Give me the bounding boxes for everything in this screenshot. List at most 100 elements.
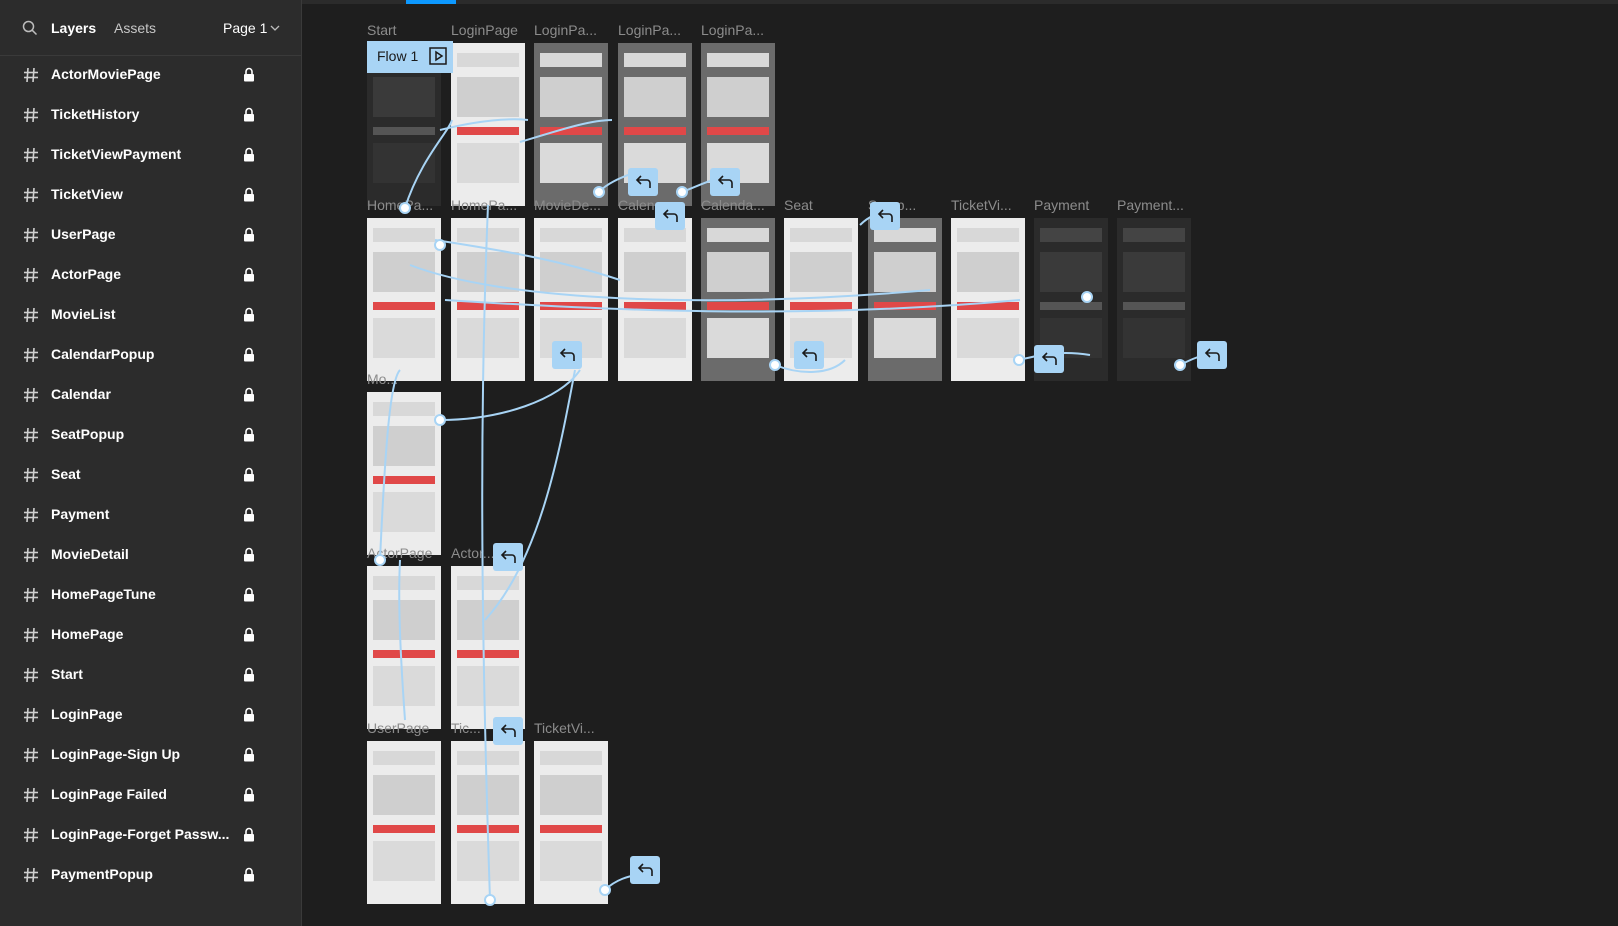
frame-login1[interactable] xyxy=(451,43,525,206)
lock-icon[interactable] xyxy=(243,267,255,282)
layer-item[interactable]: LoginPage-Sign Up xyxy=(0,735,302,775)
back-action-button[interactable] xyxy=(870,202,900,230)
back-action-button[interactable] xyxy=(630,856,660,884)
back-action-button[interactable] xyxy=(628,168,658,196)
lock-icon[interactable] xyxy=(243,387,255,402)
frame-label-start[interactable]: Start xyxy=(367,22,397,38)
layer-item[interactable]: CalendarPopup xyxy=(0,335,302,375)
layer-item[interactable]: UserPage xyxy=(0,215,302,255)
lock-icon[interactable] xyxy=(243,67,255,82)
frame-ticketview[interactable] xyxy=(951,218,1025,381)
frame-label-payment[interactable]: Payment xyxy=(1034,197,1089,213)
frame-hash-icon xyxy=(24,187,38,203)
lock-icon[interactable] xyxy=(243,787,255,802)
lock-icon[interactable] xyxy=(243,547,255,562)
layer-item[interactable]: PaymentPopup xyxy=(0,855,302,895)
layer-item[interactable]: MovieList xyxy=(0,295,302,335)
tab-layers[interactable]: Layers xyxy=(51,20,96,36)
frame-label-seat[interactable]: Seat xyxy=(784,197,813,213)
frame-label-movielist[interactable]: Mo... xyxy=(367,371,398,387)
frame-label-login1[interactable]: LoginPage xyxy=(451,22,518,38)
back-action-button[interactable] xyxy=(1034,345,1064,373)
frame-label-moviedetail[interactable]: MovieDe... xyxy=(534,197,601,213)
layer-item[interactable]: Calendar xyxy=(0,375,302,415)
layer-item[interactable]: TicketHistory xyxy=(0,95,302,135)
layer-item[interactable]: LoginPage Failed xyxy=(0,775,302,815)
back-action-button[interactable] xyxy=(710,168,740,196)
layer-item[interactable]: Payment xyxy=(0,495,302,535)
lock-icon[interactable] xyxy=(243,107,255,122)
layer-item[interactable]: Start xyxy=(0,655,302,695)
lock-icon[interactable] xyxy=(243,227,255,242)
chevron-down-icon[interactable] xyxy=(270,24,280,32)
frame-label-login4[interactable]: LoginPa... xyxy=(701,22,764,38)
back-action-button[interactable] xyxy=(1197,341,1227,369)
back-action-button[interactable] xyxy=(655,202,685,230)
frame-seatpopup[interactable] xyxy=(868,218,942,381)
layer-name: Payment xyxy=(51,506,110,522)
frame-login2[interactable] xyxy=(534,43,608,206)
lock-icon[interactable] xyxy=(243,867,255,882)
back-action-button[interactable] xyxy=(493,717,523,745)
lock-icon[interactable] xyxy=(243,347,255,362)
frame-ticketview2[interactable] xyxy=(534,741,608,904)
frame-label-actormovie[interactable]: Actor... xyxy=(451,545,495,561)
frame-actorpage[interactable] xyxy=(367,566,441,729)
lock-icon[interactable] xyxy=(243,467,255,482)
frame-label-userpage[interactable]: UserPage xyxy=(367,720,429,736)
frame-label-ticketview[interactable]: TicketVi... xyxy=(951,197,1012,213)
frame-label-tickethistory[interactable]: Tic... xyxy=(451,720,481,736)
frame-calendar[interactable] xyxy=(618,218,692,381)
frame-label-homepage2[interactable]: HomePa... xyxy=(451,197,517,213)
layer-item[interactable]: TicketView xyxy=(0,175,302,215)
lock-icon[interactable] xyxy=(243,667,255,682)
tab-assets[interactable]: Assets xyxy=(114,20,156,36)
back-action-button[interactable] xyxy=(493,543,523,571)
lock-icon[interactable] xyxy=(243,187,255,202)
layer-item[interactable]: HomePage xyxy=(0,615,302,655)
layer-item[interactable]: ActorPage xyxy=(0,255,302,295)
search-icon[interactable] xyxy=(22,20,38,36)
frame-homepage2[interactable] xyxy=(451,218,525,381)
frame-label-actorpage[interactable]: ActorPage xyxy=(367,545,432,561)
frame-label-payment2[interactable]: Payment... xyxy=(1117,197,1184,213)
layer-name: MovieDetail xyxy=(51,546,129,562)
frame-calendar2[interactable] xyxy=(701,218,775,381)
lock-icon[interactable] xyxy=(243,587,255,602)
lock-icon[interactable] xyxy=(243,307,255,322)
frame-homepage[interactable] xyxy=(367,218,441,381)
lock-icon[interactable] xyxy=(243,627,255,642)
frame-label-login3[interactable]: LoginPa... xyxy=(618,22,681,38)
layer-item[interactable]: TicketViewPayment xyxy=(0,135,302,175)
lock-icon[interactable] xyxy=(243,827,255,842)
layer-item[interactable]: HomePageTune xyxy=(0,575,302,615)
lock-icon[interactable] xyxy=(243,747,255,762)
layer-item[interactable]: MovieDetail xyxy=(0,535,302,575)
back-action-button[interactable] xyxy=(794,341,824,369)
frame-userpage[interactable] xyxy=(367,741,441,904)
frame-tickethistory[interactable] xyxy=(451,741,525,904)
frame-hash-icon xyxy=(24,347,38,363)
frame-movielist[interactable] xyxy=(367,392,441,555)
frame-preview xyxy=(373,751,435,881)
lock-icon[interactable] xyxy=(243,507,255,522)
frame-payment2[interactable] xyxy=(1117,218,1191,381)
layer-item[interactable]: Seat xyxy=(0,455,302,495)
frame-label-ticketview2[interactable]: TicketVi... xyxy=(534,720,595,736)
lock-icon[interactable] xyxy=(243,147,255,162)
page-selector[interactable]: Page 1 xyxy=(223,20,267,36)
frame-actormovie[interactable] xyxy=(451,566,525,729)
layer-item[interactable]: ActorMoviePage xyxy=(0,55,302,95)
play-flow-icon[interactable] xyxy=(429,47,447,65)
layer-item[interactable]: SeatPopup xyxy=(0,415,302,455)
flow-badge[interactable]: Flow 1 xyxy=(367,41,453,73)
layer-item[interactable]: LoginPage xyxy=(0,695,302,735)
layer-item[interactable]: LoginPage-Forget Passw... xyxy=(0,815,302,855)
lock-icon[interactable] xyxy=(243,707,255,722)
back-action-button[interactable] xyxy=(552,341,582,369)
frame-label-login2[interactable]: LoginPa... xyxy=(534,22,597,38)
lock-icon[interactable] xyxy=(243,427,255,442)
layer-name: HomePage xyxy=(51,626,124,642)
frame-label-calendar2[interactable]: Calenda... xyxy=(701,197,765,213)
frame-label-homepage[interactable]: HomePa... xyxy=(367,197,433,213)
